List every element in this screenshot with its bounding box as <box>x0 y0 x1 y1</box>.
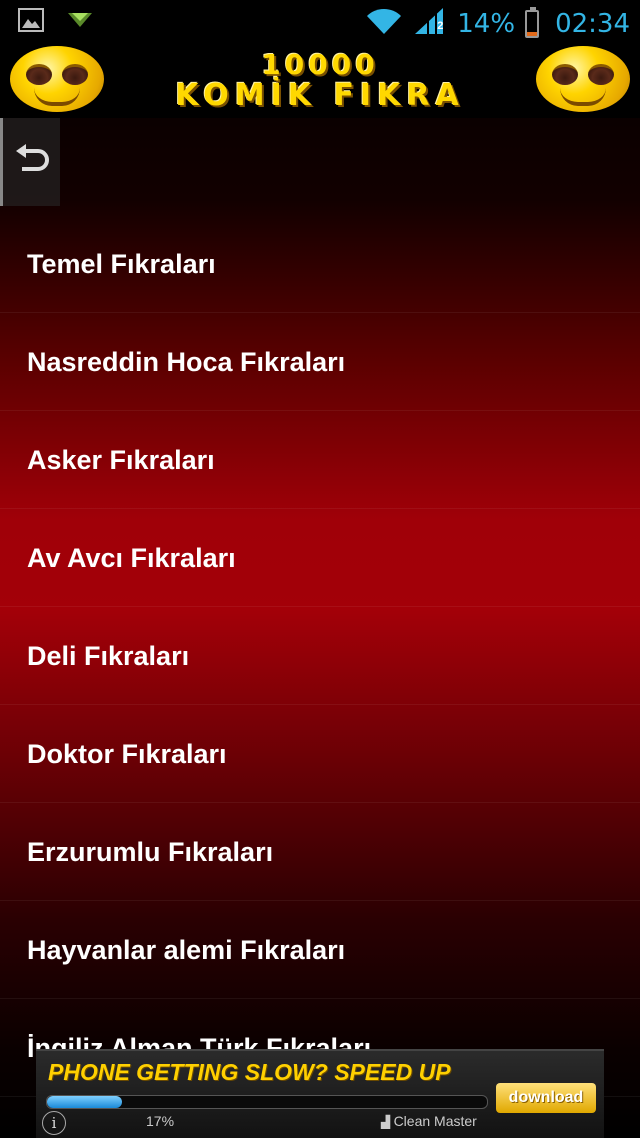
category-item-temel[interactable]: Temel Fıkraları <box>0 215 640 313</box>
ad-info-icon[interactable]: i <box>42 1111 66 1135</box>
battery-icon <box>525 6 540 38</box>
category-list: Temel Fıkraları Nasreddin Hoca Fıkraları… <box>0 215 640 1097</box>
ad-download-button[interactable]: download <box>496 1083 596 1113</box>
ad-progress-label: 17% <box>146 1113 175 1129</box>
signal-bars-icon: ▟ <box>381 1115 394 1129</box>
banner-title-text: KOMİK FIKRA <box>175 78 465 113</box>
category-item-erzurumlu[interactable]: Erzurumlu Fıkraları <box>0 803 640 901</box>
ad-progress-fill <box>47 1096 122 1108</box>
battery-level <box>527 32 538 36</box>
back-arrow-icon <box>12 143 52 182</box>
ad-headline: PHONE GETTING SLOW? SPEED UP <box>48 1059 451 1085</box>
back-button[interactable] <box>0 118 60 206</box>
wifi-icon <box>365 6 403 41</box>
category-item-doktor[interactable]: Doktor Fıkraları <box>0 705 640 803</box>
category-item-asker[interactable]: Asker Fıkraları <box>0 411 640 509</box>
battery-percent: 14% <box>457 8 516 39</box>
ad-brand: ▟ Clean Master <box>381 1113 477 1129</box>
download-arrow-icon <box>66 9 94 36</box>
ad-banner[interactable]: PHONE GETTING SLOW? SPEED UP download i … <box>36 1049 604 1138</box>
network-badge: 2 <box>437 20 444 32</box>
smiley-right-icon <box>536 46 630 112</box>
app-banner: 10000 KOMİK FIKRA <box>0 44 640 118</box>
category-item-hayvanlar-alemi[interactable]: Hayvanlar alemi Fıkraları <box>0 901 640 999</box>
signal-icon: 2 <box>413 6 447 41</box>
category-item-deli[interactable]: Deli Fıkraları <box>0 607 640 705</box>
smiley-left-icon <box>10 46 104 112</box>
clock: 02:34 <box>555 8 630 39</box>
ad-brand-label: Clean Master <box>393 1113 477 1129</box>
category-item-av-avci[interactable]: Av Avcı Fıkraları <box>0 509 640 607</box>
status-bar: 2 14% 02:34 <box>0 0 640 44</box>
image-icon <box>18 8 44 37</box>
ad-progress-bar <box>46 1095 488 1109</box>
category-item-nasreddin-hoca[interactable]: Nasreddin Hoca Fıkraları <box>0 313 640 411</box>
banner-title-number: 10000 <box>261 48 379 81</box>
